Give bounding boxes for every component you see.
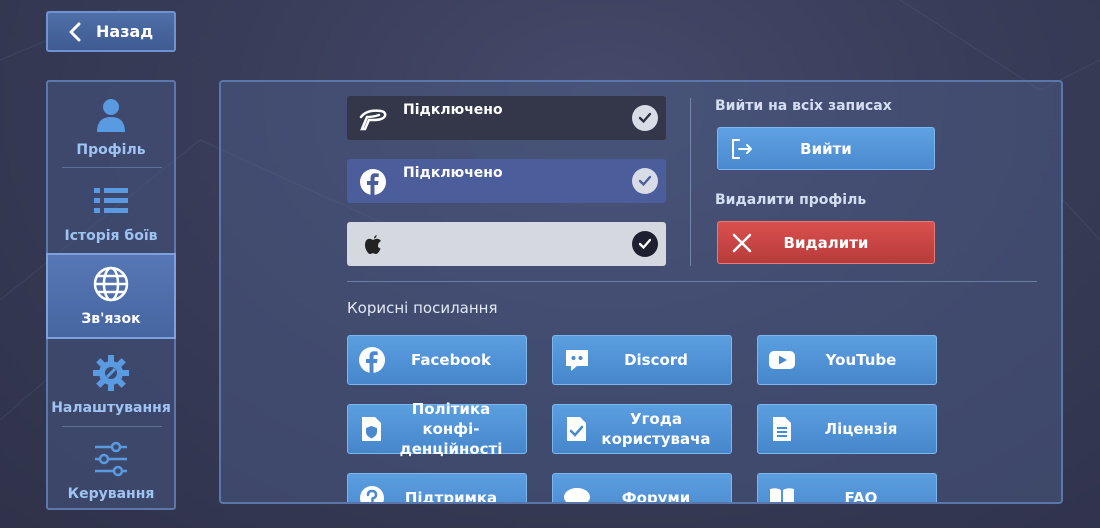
back-button-label: Назад (96, 22, 154, 41)
account-row-apple[interactable] (347, 222, 666, 266)
logout-button[interactable]: Вийти (717, 127, 935, 170)
logout-button-label: Вийти (800, 139, 852, 158)
sidebar-item-label: Історія боїв (64, 228, 158, 244)
horizontal-divider (347, 281, 1037, 282)
privacy-policy-link-button[interactable]: Політика конфі-денційності (347, 400, 527, 458)
discord-icon (566, 350, 588, 371)
link-label: FAQ (844, 488, 878, 504)
support-link-button[interactable]: Підтримка (347, 473, 527, 504)
faq-link-button[interactable]: FAQ (757, 473, 937, 504)
document-icon (773, 417, 791, 441)
book-icon (770, 488, 794, 502)
youtube-link-button[interactable]: YouTube (757, 335, 937, 385)
link-label: Ліцензія (824, 419, 898, 438)
globe-icon (93, 266, 129, 302)
sidebar-item-settings[interactable]: Налаштування (48, 340, 174, 426)
apple-icon (364, 235, 381, 254)
link-label: Угода користувача (601, 409, 711, 448)
sidebar: Профіль Історія боїв Зв'язок Налаштуванн… (46, 80, 176, 510)
account-status: Підключено (403, 165, 503, 181)
logout-heading: Вийти на всіх записах (715, 98, 892, 114)
youtube-icon (769, 351, 795, 369)
account-row-tencent[interactable]: Підключено (347, 96, 666, 140)
account-row-facebook[interactable]: Підключено (347, 159, 666, 203)
link-label: Форуми (621, 488, 691, 504)
sidebar-item-profile[interactable]: Профіль (48, 82, 174, 168)
sidebar-item-connection[interactable]: Зв'язок (46, 253, 176, 339)
agreement-icon (567, 417, 586, 441)
license-link-button[interactable]: Ліцензія (757, 404, 937, 454)
delete-button-label: Видалити (783, 233, 869, 252)
account-status: Підключено (403, 102, 503, 118)
sliders-icon (95, 441, 127, 477)
sidebar-item-controls[interactable]: Керування (48, 426, 174, 512)
sidebar-item-battle-history[interactable]: Історія боїв (48, 168, 174, 254)
forums-link-button[interactable]: Форуми (552, 473, 732, 504)
forum-icon (564, 488, 590, 502)
vertical-divider (690, 98, 691, 266)
back-button[interactable]: Назад (46, 11, 176, 52)
gear-icon (93, 355, 129, 391)
link-label: Підтримка (404, 488, 498, 504)
tencent-icon (359, 109, 387, 131)
link-label: YouTube (825, 350, 897, 369)
sidebar-item-label: Налаштування (51, 400, 171, 416)
list-icon (94, 188, 128, 213)
delete-heading: Видалити профіль (715, 192, 867, 208)
chevron-left-icon (69, 22, 81, 41)
sidebar-item-label: Зв'язок (81, 311, 141, 327)
sidebar-item-label: Керування (67, 486, 155, 502)
user-agreement-link-button[interactable]: Угода користувача (552, 404, 732, 454)
link-label: Політика конфі-денційності (399, 399, 503, 459)
link-label: Discord (624, 350, 688, 369)
check-icon (632, 105, 658, 131)
discord-link-button[interactable]: Discord (552, 335, 732, 385)
facebook-icon (360, 169, 386, 195)
link-label: Facebook (411, 350, 491, 369)
user-icon (97, 99, 125, 132)
sidebar-item-label: Профіль (76, 142, 146, 158)
logout-icon (732, 138, 752, 159)
privacy-shield-icon (362, 417, 381, 441)
facebook-link-button[interactable]: Facebook (347, 335, 527, 385)
facebook-icon (359, 347, 385, 373)
connection-panel: Підключено Підключено Вийти на всіх запи… (219, 80, 1063, 504)
close-icon (732, 233, 752, 252)
useful-links-heading: Корисні посилання (347, 299, 498, 317)
help-icon (360, 486, 384, 502)
delete-profile-button[interactable]: Видалити (717, 221, 935, 264)
check-icon (632, 231, 658, 257)
check-icon (632, 168, 658, 194)
